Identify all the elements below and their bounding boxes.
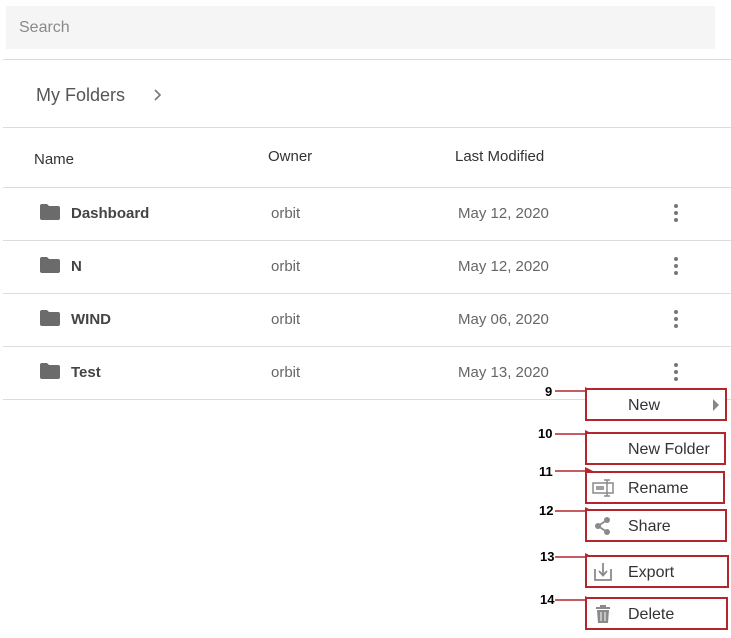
- menu-item-label: Rename: [628, 480, 689, 497]
- callout-number: 11: [539, 464, 553, 479]
- menu-item-label: Share: [628, 518, 671, 535]
- menu-item-label: Delete: [628, 606, 675, 623]
- menu-item-export[interactable]: Export: [585, 555, 729, 588]
- modified-cell: May 13, 2020: [458, 364, 549, 381]
- rename-icon: [592, 479, 614, 497]
- menu-item-new[interactable]: New: [585, 388, 727, 421]
- modified-cell: May 06, 2020: [458, 311, 549, 328]
- callout-number: 9: [545, 384, 553, 399]
- table-row[interactable]: N orbit May 12, 2020: [3, 241, 731, 294]
- folder-name[interactable]: WIND: [71, 311, 111, 328]
- callout-number: 12: [539, 503, 554, 518]
- more-options-icon[interactable]: [669, 362, 683, 382]
- submenu-arrow-icon: [713, 399, 719, 411]
- share-icon: [595, 517, 610, 535]
- more-options-icon[interactable]: [669, 256, 683, 276]
- chevron-right-icon[interactable]: [150, 86, 166, 104]
- more-options-icon[interactable]: [669, 203, 683, 223]
- modified-cell: May 12, 2020: [458, 205, 549, 222]
- owner-cell: orbit: [271, 258, 301, 275]
- folder-icon: [40, 363, 60, 379]
- folder-icon: [40, 204, 60, 220]
- menu-item-label: New Folder: [628, 441, 710, 458]
- more-options-icon[interactable]: [669, 309, 683, 329]
- folder-name[interactable]: Dashboard: [71, 205, 149, 222]
- callout-number: 13: [540, 549, 555, 564]
- divider: [3, 59, 731, 60]
- callout-number: 10: [538, 426, 553, 441]
- export-icon: [594, 563, 612, 581]
- breadcrumb-my-folders[interactable]: My Folders: [36, 85, 125, 106]
- menu-item-label: New: [628, 397, 661, 414]
- divider: [3, 127, 731, 128]
- owner-cell: orbit: [271, 205, 301, 222]
- table-row[interactable]: WIND orbit May 06, 2020: [3, 294, 731, 347]
- menu-item-delete[interactable]: Delete: [585, 597, 728, 630]
- folder-name[interactable]: N: [71, 258, 82, 275]
- column-header-last-modified[interactable]: Last Modified: [455, 148, 544, 165]
- search-input[interactable]: [6, 6, 715, 49]
- column-header-name[interactable]: Name: [34, 151, 74, 168]
- menu-item-share[interactable]: Share: [585, 509, 727, 542]
- folder-name[interactable]: Test: [71, 364, 101, 381]
- menu-item-label: Export: [628, 564, 675, 581]
- table-row[interactable]: Dashboard orbit May 12, 2020: [3, 188, 731, 241]
- owner-cell: orbit: [271, 311, 301, 328]
- menu-item-rename[interactable]: Rename: [585, 471, 725, 504]
- callout-number: 14: [540, 592, 555, 607]
- trash-icon: [596, 605, 610, 623]
- modified-cell: May 12, 2020: [458, 258, 549, 275]
- folder-icon: [40, 310, 60, 326]
- menu-item-new-folder[interactable]: New Folder: [585, 432, 726, 465]
- folder-icon: [40, 257, 60, 273]
- column-header-owner[interactable]: Owner: [268, 148, 312, 165]
- owner-cell: orbit: [271, 364, 301, 381]
